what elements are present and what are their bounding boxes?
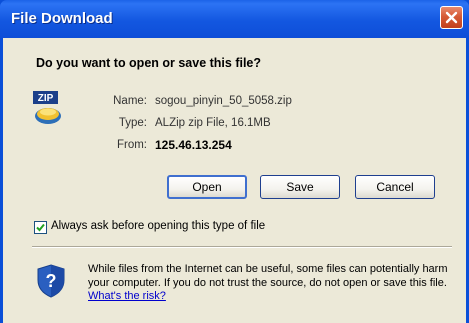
name-label: Name: xyxy=(113,95,147,107)
zip-icon-text: ZIP xyxy=(38,93,54,104)
warning-message: While files from the Internet can be use… xyxy=(88,263,458,304)
type-value: ALZip zip File, 16.1MB xyxy=(155,117,271,129)
dialog-question: Do you want to open or save this file? xyxy=(36,56,262,70)
title-bar[interactable]: File Download xyxy=(0,0,469,38)
dialog-body: Do you want to open or save this file? Z… xyxy=(3,38,466,323)
checkmark-icon xyxy=(36,223,45,232)
from-value: 125.46.13.254 xyxy=(155,138,232,152)
type-label: Type: xyxy=(118,117,147,129)
svg-text:?: ? xyxy=(46,271,57,291)
from-label: From: xyxy=(116,139,147,151)
always-ask-checkbox[interactable] xyxy=(34,221,47,234)
name-value: sogou_pinyin_50_5058.zip xyxy=(155,95,292,107)
open-button[interactable]: Open xyxy=(167,175,247,199)
window-title: File Download xyxy=(11,10,113,27)
close-button[interactable] xyxy=(440,6,463,29)
cancel-button[interactable]: Cancel xyxy=(355,175,435,199)
divider xyxy=(32,246,452,248)
file-download-dialog: File Download Do you want to open or sav… xyxy=(0,0,469,323)
whats-the-risk-link[interactable]: What's the risk? xyxy=(88,290,166,302)
save-button[interactable]: Save xyxy=(260,175,340,199)
shield-question-icon: ? xyxy=(36,264,66,303)
always-ask-label[interactable]: Always ask before opening this type of f… xyxy=(51,220,265,232)
zip-file-icon: ZIP xyxy=(32,90,64,131)
warning-text: While files from the Internet can be use… xyxy=(88,263,448,289)
